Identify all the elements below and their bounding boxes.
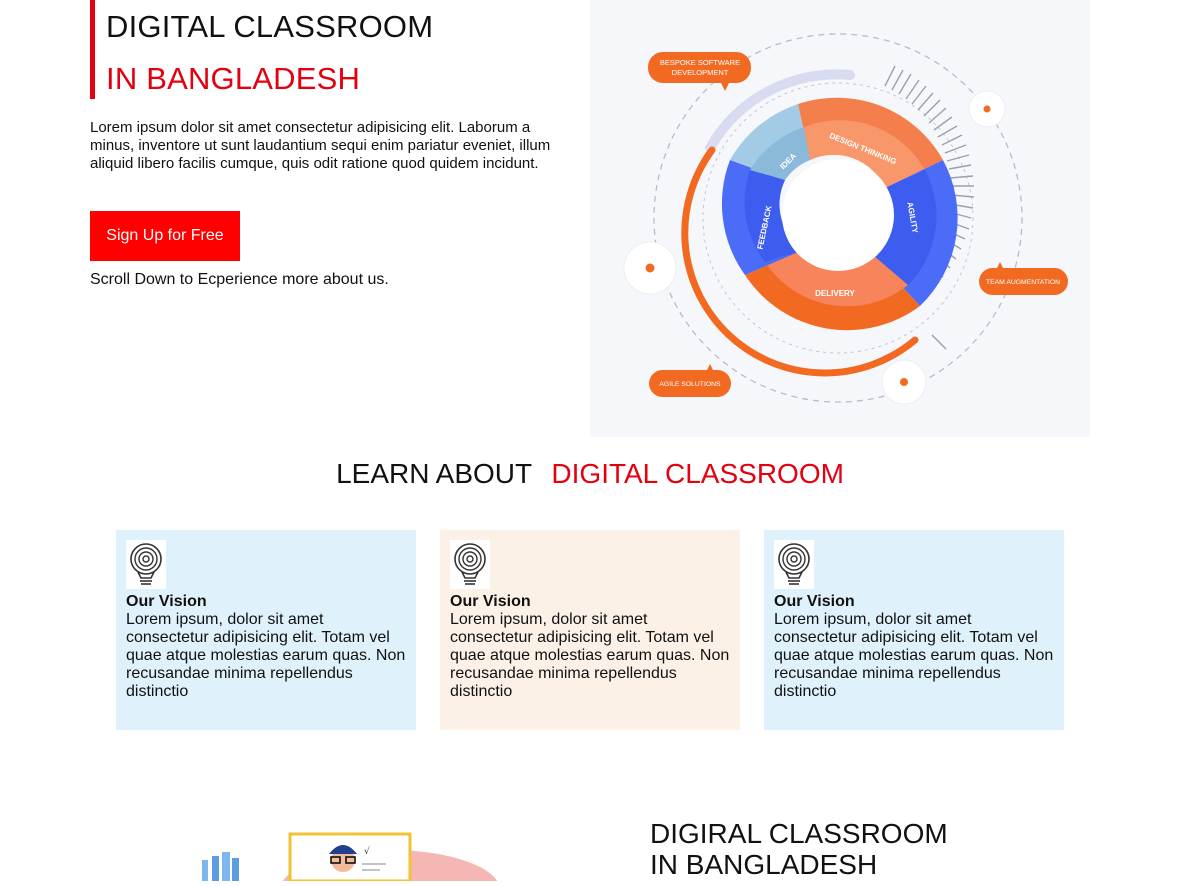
card-title: Our Vision [450, 593, 531, 610]
card-text: Lorem ipsum, dolor sit amet consectetur … [450, 611, 730, 700]
orbit-node [968, 90, 1006, 128]
segment-label-delivery: DELIVERY [815, 289, 855, 298]
callout-bespoke: BESPOKE SOFTWARE DEVELOPMENT [648, 52, 751, 91]
learn-heading: LEARN ABOUT DIGITAL CLASSROOM [0, 458, 1180, 490]
svg-text:AGILE SOLUTIONS: AGILE SOLUTIONS [659, 381, 721, 388]
lightbulb-icon [774, 540, 814, 589]
scroll-hint: Scroll Down to Ecperience more about us. [90, 271, 389, 288]
teacher-illustration: √ [190, 830, 510, 886]
card-title: Our Vision [774, 593, 855, 610]
hero-description: Lorem ipsum dolor sit amet consectetur a… [90, 119, 551, 172]
svg-text:TEAM AUGMENTATION: TEAM AUGMENTATION [986, 279, 1060, 286]
vision-card: Our Vision Lorem ipsum, dolor sit amet c… [116, 530, 416, 730]
learn-heading-dark: LEARN ABOUT [336, 458, 532, 489]
vision-card: Our Vision Lorem ipsum, dolor sit amet c… [440, 530, 740, 730]
card-text: Lorem ipsum, dolor sit amet consectetur … [774, 611, 1054, 700]
learn-heading-red: DIGITAL CLASSROOM [551, 458, 844, 489]
orbit-node [623, 241, 677, 295]
callout-agile-solutions: AGILE SOLUTIONS [649, 364, 731, 397]
svg-text:√: √ [364, 846, 370, 857]
agile-cycle-diagram: DESIGN THINKING AGILITY DELIVERY FEEDBAC… [623, 33, 1068, 405]
bottom-title-line2: IN BANGLADESH [650, 849, 878, 880]
svg-text:DEVELOPMENT: DEVELOPMENT [672, 68, 729, 77]
lightbulb-icon [450, 540, 490, 589]
hero-title-line1: DIGITAL CLASSROOM [106, 9, 434, 44]
bottom-title-line1: DIGIRAL CLASSROOM [650, 818, 948, 849]
signup-button[interactable]: Sign Up for Free [90, 211, 240, 261]
card-title: Our Vision [126, 593, 207, 610]
card-text: Lorem ipsum, dolor sit amet consectetur … [126, 611, 406, 700]
hero-title-line2: IN BANGLADESH [106, 61, 361, 96]
lightbulb-icon [126, 540, 166, 589]
orbit-node [881, 359, 927, 405]
svg-text:BESPOKE SOFTWARE: BESPOKE SOFTWARE [660, 58, 740, 67]
vision-card: Our Vision Lorem ipsum, dolor sit amet c… [764, 530, 1064, 730]
bottom-title: DIGIRAL CLASSROOM IN BANGLADESH [650, 818, 948, 880]
callout-team-augmentation: TEAM AUGMENTATION [979, 262, 1068, 295]
hero-accent-bar [90, 0, 95, 99]
hero-illustration: DESIGN THINKING AGILITY DELIVERY FEEDBAC… [590, 0, 1090, 437]
